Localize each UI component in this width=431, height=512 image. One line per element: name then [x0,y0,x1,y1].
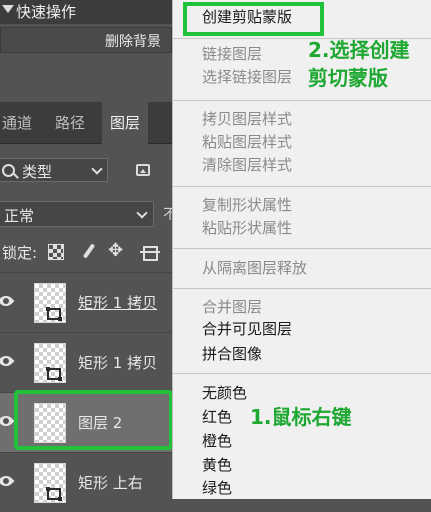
layer-name: 矩形 1 拷贝 [78,354,158,372]
menu-item-paste-shape-attributes[interactable]: 粘贴形状属性 [202,218,292,238]
menu-item-green[interactable]: 绿色 [202,478,232,498]
layer-row[interactable]: 矩形 1 拷贝 [0,332,172,392]
layer-context-menu: 创建剪贴蒙版 链接图层 选择链接图层 拷贝图层样式 粘贴图层样式 清除图层样式 … [172,0,431,499]
annotation-step2-line2: 剪切蒙版 [308,66,388,90]
layer-thumbnail [34,283,66,323]
menu-divider [173,248,431,249]
lock-row: 锁定: [0,238,172,266]
layer-thumbnail [34,343,66,383]
menu-item-flatten-image[interactable]: 拼合图像 [202,344,262,364]
remove-background-button[interactable]: 删除背景 [0,27,172,53]
filter-kind-select[interactable]: 类型 [0,158,108,182]
menu-item-paste-layer-style[interactable]: 粘贴图层样式 [202,132,292,152]
menu-item-release-from-isolation[interactable]: 从隔离图层释放 [202,258,307,278]
tab-channels[interactable]: 通道 [2,112,32,133]
menu-divider [173,186,431,187]
vector-mask-icon [46,367,62,381]
collapse-caret-icon[interactable] [2,5,14,13]
menu-divider [173,288,431,289]
vector-mask-icon [46,307,62,321]
create-clipping-mask-highlight [183,2,324,36]
menu-item-orange[interactable]: 橙色 [202,431,232,451]
filter-kind-label: 类型 [22,163,53,181]
menu-divider [173,373,431,374]
quick-actions-title: 快速操作 [16,3,77,21]
layer-filter-row: 类型 [0,152,172,188]
layer-name: 矩形 上右 [78,474,143,492]
menu-item-yellow[interactable]: 黄色 [202,455,232,475]
visibility-eye-icon[interactable] [0,472,15,490]
selected-layer-highlight [14,390,173,450]
visibility-eye-icon[interactable] [0,352,15,370]
lock-artboard-icon[interactable] [140,246,160,261]
menu-item-red[interactable]: 红色 [202,407,232,427]
layer-row[interactable]: 矩形 1 拷贝 [0,272,172,332]
search-icon [2,164,15,177]
layer-row[interactable]: 矩形 上右 [0,452,172,512]
pixel-layer-filter-icon[interactable] [136,164,150,176]
menu-item-copy-layer-style[interactable]: 拷贝图层样式 [202,109,292,129]
menu-item-merge-layers[interactable]: 合并图层 [202,297,262,317]
panel-tabbar: 通道 路径 图层 [0,102,172,144]
visibility-eye-icon[interactable] [0,412,15,430]
blend-mode-row: 正常 不 [0,200,177,228]
lock-position-icon[interactable] [108,240,124,261]
tab-paths[interactable]: 路径 [55,112,85,133]
menu-item-clear-layer-style[interactable]: 清除图层样式 [202,155,292,175]
lock-label: 锁定: [2,244,38,262]
menu-divider [173,100,431,101]
vector-mask-icon [46,487,62,501]
menu-item-copy-shape-attributes[interactable]: 复制形状属性 [202,195,292,215]
blend-mode-value: 正常 [4,207,35,225]
tab-layers[interactable]: 图层 [102,102,149,144]
layer-thumbnail [34,463,66,503]
panel-spacer [0,55,172,102]
menu-item-select-linked-layers[interactable]: 选择链接图层 [202,67,292,87]
menu-item-no-color[interactable]: 无颜色 [202,383,247,403]
layers-list: 矩形 1 拷贝 矩形 1 拷贝 图层 2 矩形 上右 [0,272,172,503]
lock-transparent-pixels-icon[interactable] [48,244,64,260]
menu-item-link-layers[interactable]: 链接图层 [202,44,262,64]
lock-image-pixels-icon[interactable] [80,244,96,260]
layer-name: 矩形 1 拷贝 [78,294,158,312]
chevron-down-icon [91,163,103,175]
annotation-step2-line1: 2.选择创建 [308,38,410,62]
menu-item-merge-visible[interactable]: 合并可见图层 [202,319,292,339]
remove-background-label: 删除背景 [105,34,161,50]
visibility-eye-icon[interactable] [0,292,15,310]
chevron-down-icon [136,207,148,219]
annotation-step1: 1.鼠标右键 [250,405,352,429]
blend-mode-select[interactable]: 正常 [0,201,154,227]
